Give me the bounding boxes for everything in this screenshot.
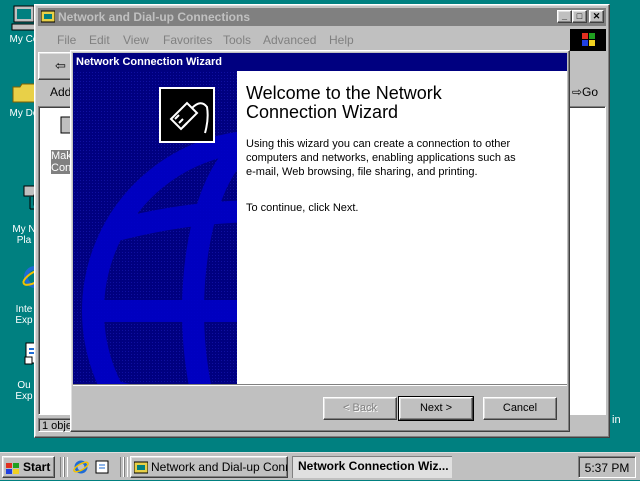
status-zone-text: in	[612, 414, 621, 426]
taskbar-button-network-connection-wizard[interactable]: Network Connection Wiz...	[292, 456, 452, 478]
next-button[interactable]: Next >	[398, 396, 474, 421]
explorer-title-bar[interactable]: Network and Dial-up Connections _ □ ✕	[38, 8, 606, 26]
back-button-disabled[interactable]: < Back	[323, 397, 397, 420]
explorer-title: Network and Dial-up Connections	[58, 10, 251, 24]
go-button[interactable]: ⇨Go	[565, 80, 605, 104]
menu-tools[interactable]: Tools	[223, 33, 251, 47]
wizard-title: Network Connection Wizard	[76, 56, 222, 68]
wizard-continue-text: To continue, click Next.	[246, 202, 359, 214]
go-label: Go	[582, 85, 599, 99]
wizard-separator	[73, 384, 567, 386]
system-tray-clock[interactable]: 5:37 PM	[578, 456, 636, 478]
taskbar-button-network-connections[interactable]: Network and Dial-up Conn...	[130, 456, 288, 478]
wizard-globe-banner	[73, 71, 237, 384]
maximize-button[interactable]: □	[572, 10, 587, 23]
wizard-content: Welcome to the Network Connection Wizard…	[237, 71, 567, 384]
go-arrow-icon: ⇨	[571, 85, 583, 99]
windows-flag-icon	[6, 461, 20, 474]
task-label: Network and Dial-up Conn...	[151, 460, 288, 474]
wizard-description: Using this wizard you can create a conne…	[246, 138, 516, 178]
taskbar: Start Network and Dial-up Conn... Networ…	[0, 452, 640, 480]
quicklaunch-internet-explorer-icon[interactable]	[72, 459, 90, 475]
menu-file[interactable]: File	[57, 33, 76, 47]
task-label: Network Connection Wiz...	[298, 459, 449, 473]
menu-view[interactable]: View	[123, 33, 149, 47]
start-label: Start	[23, 460, 51, 474]
network-connections-icon	[133, 460, 149, 474]
wizard-heading: Welcome to the Network Connection Wizard	[246, 83, 442, 122]
back-arrow-icon: ⇦	[55, 58, 66, 73]
menu-favorites[interactable]: Favorites	[163, 33, 212, 47]
network-connections-icon	[40, 10, 56, 23]
menu-advanced[interactable]: Advanced	[263, 33, 316, 47]
network-connection-wizard-dialog: Network Connection Wizard Welcome to the…	[70, 50, 570, 432]
quicklaunch-outlook-express-icon[interactable]	[94, 459, 112, 475]
close-button[interactable]: ✕	[589, 10, 604, 23]
windows-logo-icon	[570, 29, 606, 51]
cancel-button[interactable]: Cancel	[483, 397, 557, 420]
menu-bar: File Edit View Favorites Tools Advanced …	[38, 29, 606, 49]
taskbar-grip	[64, 457, 68, 477]
start-button[interactable]: Start	[2, 456, 55, 478]
address-label: Add	[50, 85, 72, 99]
wizard-title-bar[interactable]: Network Connection Wizard	[73, 53, 567, 71]
taskbar-grip	[124, 457, 128, 477]
clock: 5:37 PM	[584, 461, 630, 475]
menu-help[interactable]: Help	[329, 33, 354, 47]
minimize-button[interactable]: _	[557, 10, 572, 23]
menu-edit[interactable]: Edit	[89, 33, 110, 47]
network-cable-icon	[159, 87, 215, 143]
